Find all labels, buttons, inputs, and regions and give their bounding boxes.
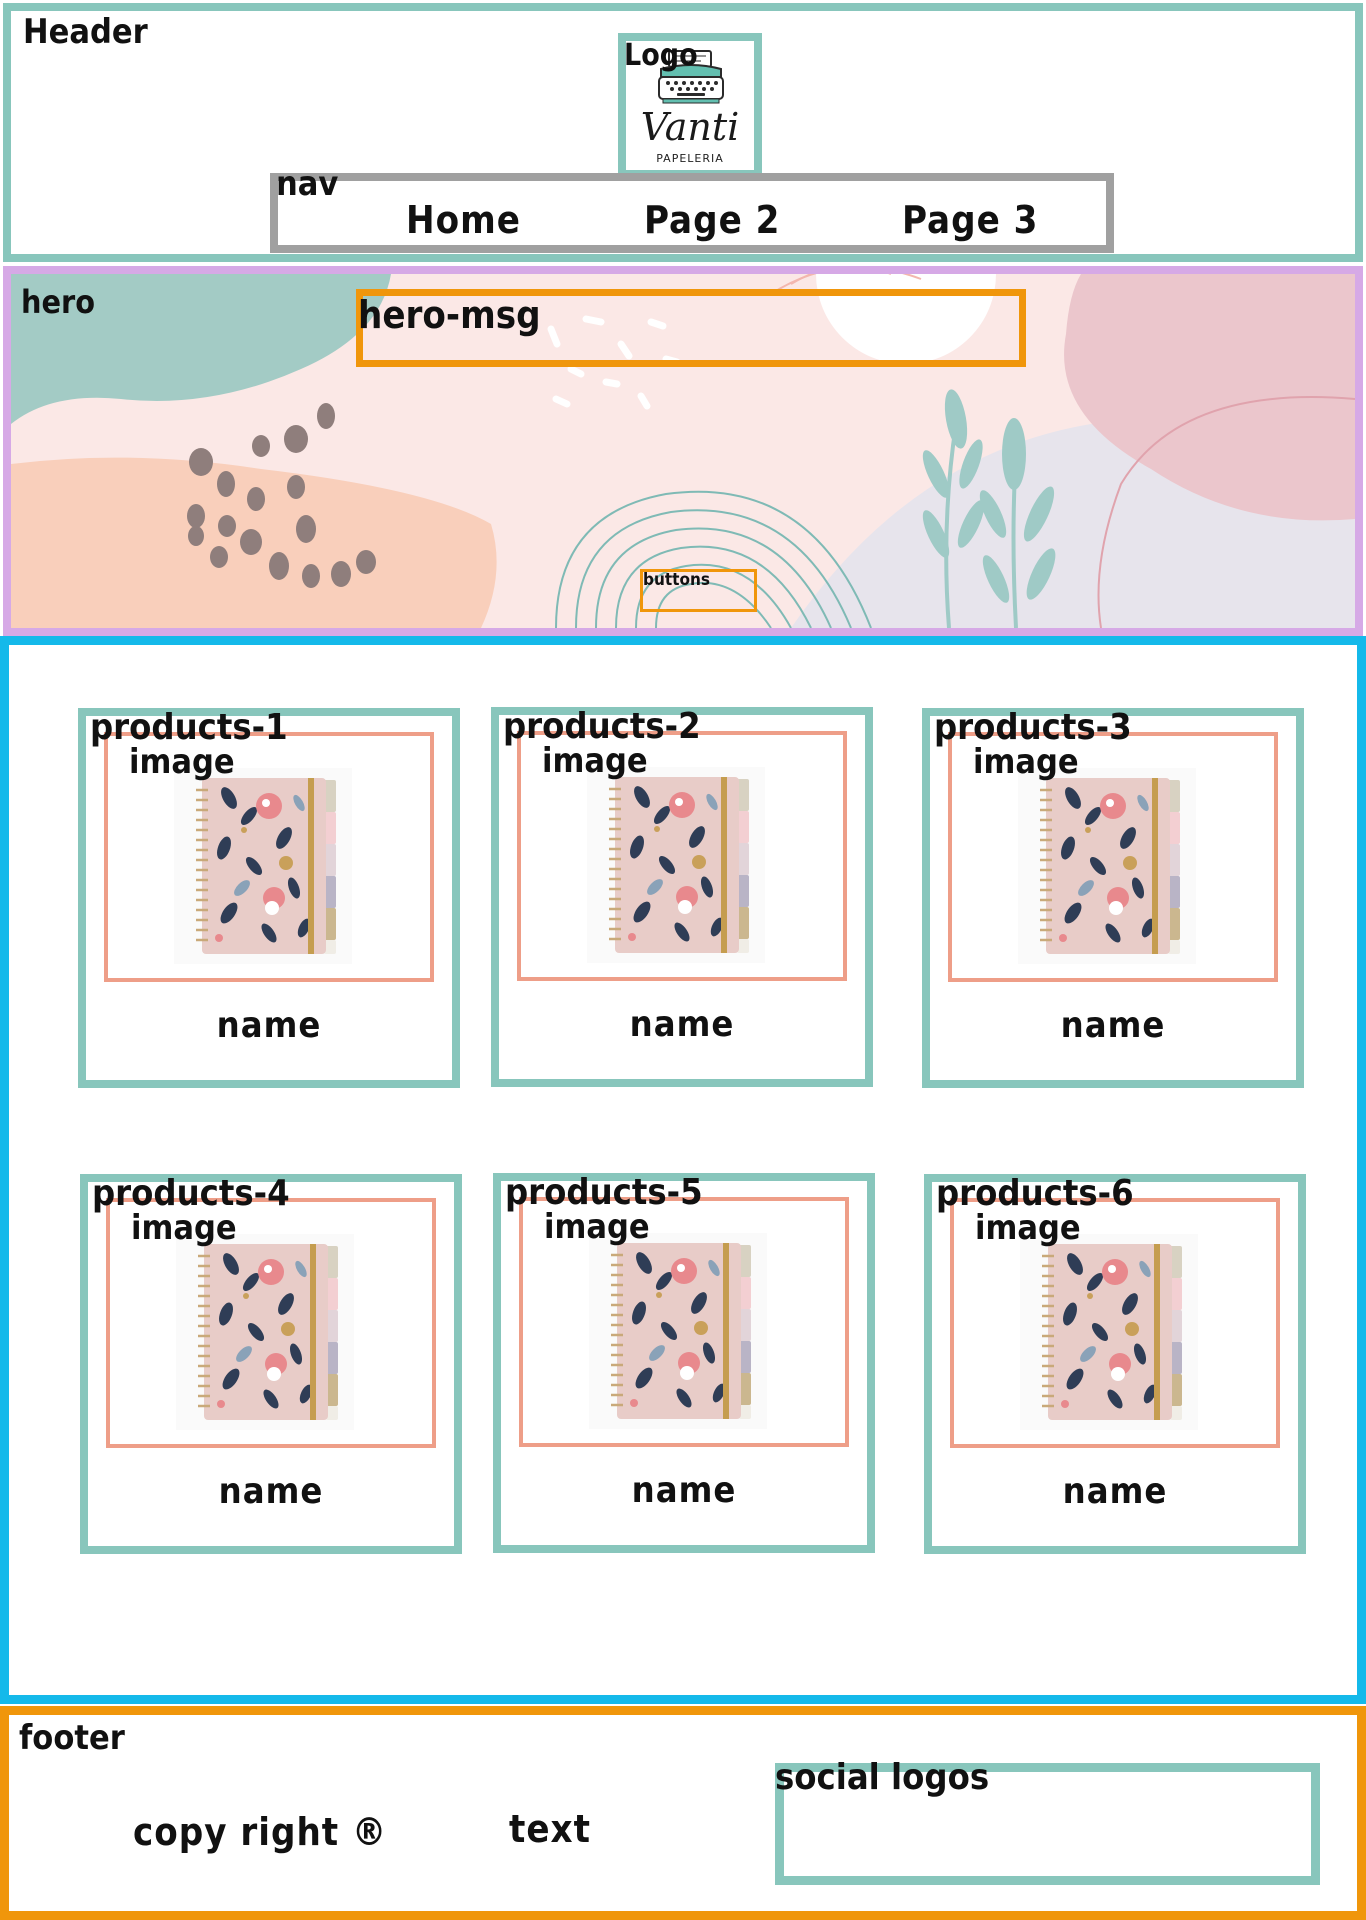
nav-label: nav (276, 164, 339, 204)
product-image-frame: image (104, 732, 434, 982)
notebook-image (587, 767, 765, 963)
footer-label: footer (19, 1718, 125, 1758)
social-logos[interactable]: social logos (775, 1757, 1320, 1885)
product-card-title: products-2 (503, 706, 701, 747)
header: Header Logo Vanti PAPELERIA nav Home Pag… (3, 3, 1363, 262)
product-image-label: image (544, 1207, 650, 1247)
footer-text: text (509, 1807, 591, 1851)
hero-message-label: hero-msg (358, 293, 541, 337)
product-card-2[interactable]: products-2 image name (491, 707, 873, 1087)
product-image-label: image (975, 1208, 1081, 1248)
product-card-title: products-4 (92, 1173, 290, 1214)
hero-message-box: hero-msg (356, 289, 1026, 367)
nav-link-page-2[interactable]: Page 2 (644, 201, 780, 239)
hero-label: hero (21, 283, 96, 321)
logo-brand-text: Vanti (640, 105, 740, 149)
product-image-frame: image (517, 731, 847, 981)
products-section: products-1 image name products-2 image n… (0, 636, 1366, 1704)
product-card-title: products-6 (936, 1173, 1134, 1214)
logo-label: Logo (624, 38, 698, 73)
product-card-5[interactable]: products-5 image name (493, 1173, 875, 1553)
nav-link-home[interactable]: Home (406, 201, 521, 239)
hero-buttons[interactable]: buttons (640, 569, 757, 612)
nav: nav Home Page 2 Page 3 (270, 167, 1114, 253)
product-name: name (629, 1004, 735, 1045)
notebook-image (1020, 1234, 1198, 1430)
product-card-1[interactable]: products-1 image name (78, 708, 460, 1088)
product-card-title: products-1 (90, 707, 288, 748)
hero-buttons-label: buttons (643, 570, 710, 590)
product-image-label: image (129, 742, 235, 782)
notebook-image (176, 1234, 354, 1430)
header-label: Header (23, 12, 148, 52)
product-image-frame: image (519, 1197, 849, 1447)
logo-subtitle: PAPELERIA (656, 152, 724, 165)
copyright-text: copy right ® (133, 1810, 388, 1854)
product-name: name (216, 1005, 322, 1046)
product-image-frame: image (948, 732, 1278, 982)
footer: footer copy right ® text social logos (0, 1706, 1366, 1920)
logo[interactable]: Logo Vanti PAPELERIA (618, 33, 762, 178)
product-card-title: products-5 (505, 1172, 703, 1213)
product-name: name (218, 1471, 324, 1512)
product-name: name (1060, 1005, 1166, 1046)
product-image-label: image (131, 1208, 237, 1248)
product-card-title: products-3 (934, 707, 1132, 748)
social-logos-label: social logos (775, 1757, 990, 1798)
product-name: name (1062, 1471, 1168, 1512)
notebook-image (589, 1233, 767, 1429)
notebook-image (174, 768, 352, 964)
product-card-3[interactable]: products-3 image name (922, 708, 1304, 1088)
product-name: name (631, 1470, 737, 1511)
product-card-6[interactable]: products-6 image name (924, 1174, 1306, 1554)
notebook-image (1018, 768, 1196, 964)
product-image-frame: image (106, 1198, 436, 1448)
nav-link-page-3[interactable]: Page 3 (902, 201, 1038, 239)
product-image-label: image (542, 741, 648, 781)
product-image-label: image (973, 742, 1079, 782)
product-card-4[interactable]: products-4 image name (80, 1174, 462, 1554)
hero: hero hero-msg buttons (3, 266, 1363, 636)
product-image-frame: image (950, 1198, 1280, 1448)
